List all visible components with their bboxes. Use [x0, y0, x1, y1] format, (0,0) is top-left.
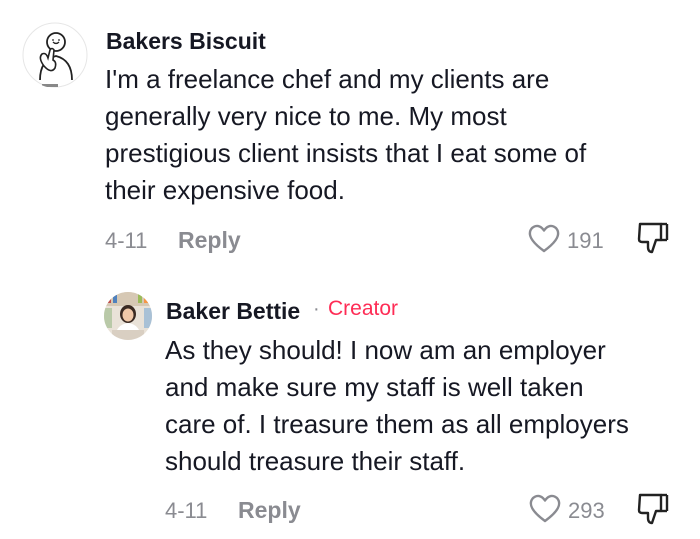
- sign-language-avatar-icon: [22, 22, 88, 88]
- comment-text: I'm a freelance chef and my clients are …: [105, 64, 587, 205]
- like-count: 293: [568, 498, 605, 523]
- thumbs-down-icon: [637, 222, 669, 254]
- reply-button[interactable]: Reply: [178, 227, 241, 254]
- dislike-button[interactable]: [636, 220, 670, 256]
- user-avatar[interactable]: [22, 22, 88, 88]
- reply-button[interactable]: Reply: [238, 497, 301, 524]
- heart-icon: [529, 494, 561, 523]
- reply-date: 4-11: [165, 498, 208, 523]
- reply-text: As they should! I now am an employer and…: [165, 335, 629, 476]
- creator-avatar[interactable]: [104, 292, 152, 340]
- creator-badge: Creator: [328, 297, 399, 320]
- separator-dot: ·: [313, 298, 320, 320]
- like-count: 191: [567, 228, 604, 253]
- comment-username[interactable]: Bakers Biscuit: [106, 28, 266, 55]
- heart-icon: [528, 224, 560, 253]
- thumbs-down-icon: [637, 493, 669, 525]
- profile-photo-avatar-icon: [104, 292, 152, 340]
- like-button[interactable]: [527, 222, 561, 256]
- like-button[interactable]: [528, 492, 562, 526]
- dislike-button[interactable]: [636, 491, 670, 527]
- comment-date: 4-11: [105, 228, 148, 253]
- reply-username[interactable]: Baker Bettie: [166, 298, 300, 325]
